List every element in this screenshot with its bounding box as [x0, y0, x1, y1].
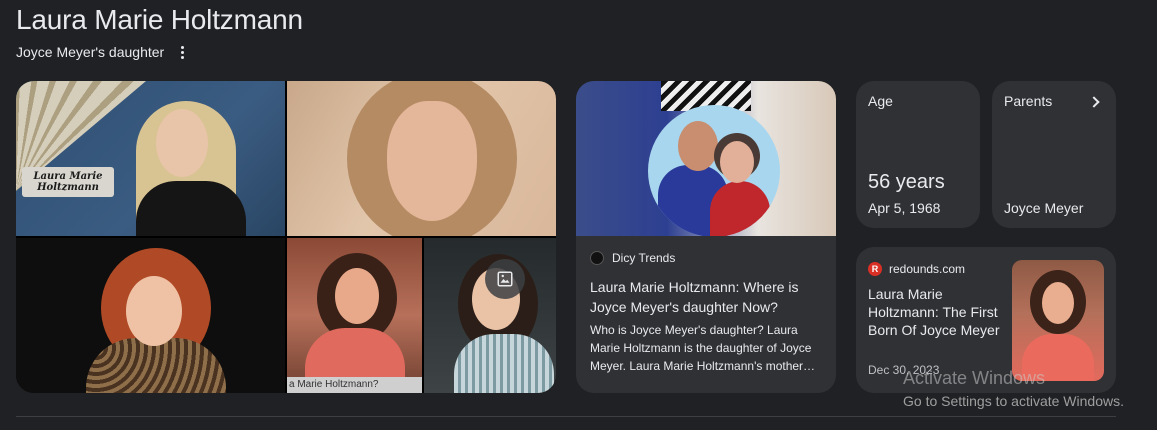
person-body: [86, 338, 226, 393]
news-thumbnail[interactable]: [1012, 260, 1104, 381]
image-tile-5[interactable]: [424, 238, 556, 393]
person-face: [387, 101, 477, 221]
image-icon-glyph: [497, 271, 513, 287]
article-snippet: Who is Joyce Meyer's daughter? Laura Mar…: [590, 323, 816, 373]
article-card[interactable]: Dicy Trends Laura Marie Holtzmann: Where…: [576, 81, 836, 393]
person-face: [1042, 282, 1074, 324]
image-caption: a Marie Holtzmann?: [287, 377, 422, 393]
page-subtitle: Joyce Meyer's daughter: [16, 44, 165, 60]
fact-card-age[interactable]: Age 56 years Apr 5, 1968: [856, 81, 980, 228]
image-tile-1[interactable]: Laura Marie Holtzmann: [16, 81, 285, 236]
article-source-row: Dicy Trends: [590, 251, 675, 265]
person-face: [720, 141, 754, 183]
fact-label: Age: [868, 93, 893, 109]
image-tile-3[interactable]: [16, 238, 285, 393]
person-body: [136, 181, 246, 236]
image-icon[interactable]: [485, 259, 525, 299]
watermark-subtitle: Go to Settings to activate Windows.: [903, 393, 1124, 409]
fact-value: 56 years: [868, 171, 945, 193]
fact-card-parents[interactable]: Parents Joyce Meyer: [992, 81, 1116, 228]
person-face: [335, 268, 379, 324]
image-tile-2[interactable]: [287, 81, 556, 236]
news-source: redounds.com: [889, 262, 966, 276]
watermark-title: Activate Windows: [903, 368, 1046, 388]
more-vert-icon[interactable]: [174, 43, 190, 61]
fact-subvalue: Apr 5, 1968: [868, 200, 941, 216]
image-tile-4[interactable]: a Marie Holtzmann?: [287, 238, 422, 393]
article-image[interactable]: [576, 81, 836, 236]
person-face: [156, 109, 208, 177]
person-body: [454, 334, 554, 393]
site-favicon-icon: [590, 251, 604, 265]
page-title: Laura Marie Holtzmann: [16, 4, 303, 35]
site-favicon-icon: R: [868, 262, 882, 276]
article-image-circle: [648, 105, 780, 236]
activation-watermark: Activate Windows Go to Settings to activ…: [903, 368, 1124, 409]
article-source: Dicy Trends: [612, 251, 676, 265]
divider: [16, 416, 1116, 417]
person-body: [710, 181, 770, 236]
person-face: [678, 121, 718, 171]
news-title[interactable]: Laura Marie Holtzmann: The First Born Of…: [868, 285, 1008, 339]
subtitle-row: Joyce Meyer's daughter: [16, 43, 190, 61]
image-grid[interactable]: Laura Marie Holtzmann a Marie Holtzmann?: [16, 81, 556, 393]
person-face: [126, 276, 182, 346]
news-source-row: R redounds.com: [868, 262, 965, 276]
name-card-text: Laura Marie Holtzmann: [22, 167, 114, 197]
article-title[interactable]: Laura Marie Holtzmann: Where is Joyce Me…: [590, 277, 822, 317]
fact-value[interactable]: Joyce Meyer: [1004, 200, 1083, 216]
